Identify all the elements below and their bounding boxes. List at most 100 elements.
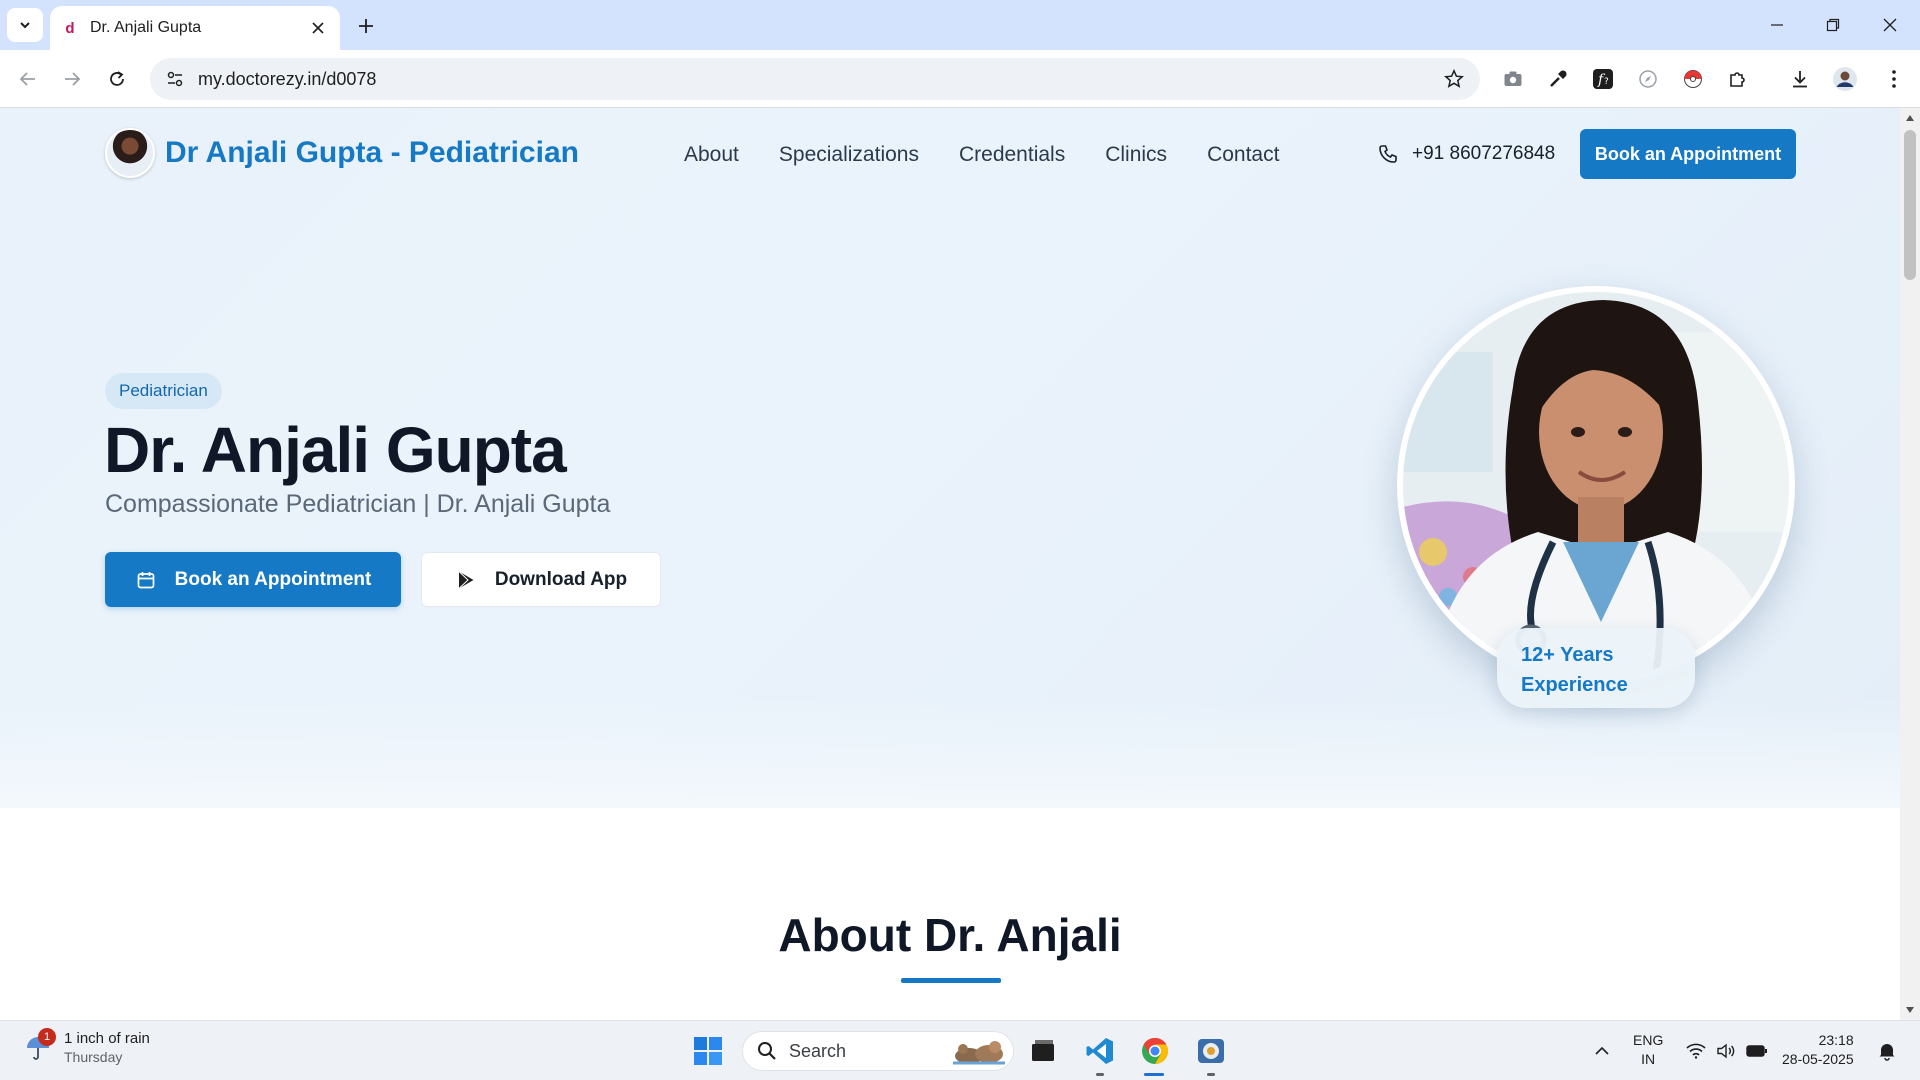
experience-card: 12+ Years Experience: [1497, 628, 1695, 708]
chrome-active-indicator: [1144, 1073, 1164, 1076]
about-section-title: About Dr. Anjali: [778, 909, 1122, 961]
svg-text:?: ?: [1604, 77, 1609, 87]
specialty-badge: Pediatrician: [105, 373, 222, 409]
nav-link-credentials[interactable]: Credentials: [959, 143, 1065, 167]
phone-number: +91 8607276848: [1412, 143, 1556, 164]
pokeball-icon: [1684, 70, 1702, 88]
region-code: IN: [1641, 1051, 1656, 1067]
nav-link-clinics[interactable]: Clinics: [1105, 143, 1167, 167]
battery-icon[interactable]: [1744, 1033, 1770, 1069]
start-button[interactable]: [690, 1033, 726, 1069]
phone-icon: [1376, 142, 1400, 166]
volume-icon[interactable]: [1713, 1033, 1739, 1069]
browser-menu-button[interactable]: [1878, 63, 1910, 95]
task-view-button[interactable]: [1025, 1033, 1061, 1069]
profile-avatar-button[interactable]: [1829, 63, 1861, 95]
clock-time: 23:18: [1818, 1032, 1854, 1048]
bookmark-star-button[interactable]: [1440, 65, 1468, 93]
input-language-indicator[interactable]: ENG IN: [1633, 1031, 1663, 1069]
fonts-extension-button[interactable]: f?: [1587, 63, 1619, 95]
tab-search-button[interactable]: [7, 8, 43, 42]
extensions-button[interactable]: [1722, 63, 1754, 95]
eyedropper-icon: [1550, 70, 1567, 87]
notifications-icon[interactable]: [1874, 1033, 1900, 1069]
calendar-icon: [135, 569, 157, 591]
address-bar[interactable]: my.doctorezy.in/d0078: [150, 58, 1480, 100]
site-favicon-icon: d: [65, 19, 75, 37]
color-picker-extension-button[interactable]: [1542, 63, 1574, 95]
show-hidden-icons-button[interactable]: [1590, 1033, 1614, 1069]
search-highlight-otter-icon: [953, 1041, 1005, 1065]
reload-icon: [110, 71, 124, 86]
brand-name: Dr Anjali Gupta - Pediatrician: [165, 136, 579, 169]
weather-summary: 1 inch of rain: [64, 1030, 150, 1047]
close-window-button[interactable]: [1875, 10, 1905, 40]
app-icon: [1198, 1039, 1224, 1063]
brand-logo-link[interactable]: Dr Anjali Gupta - Pediatrician: [105, 128, 579, 178]
compass-extension-button[interactable]: [1632, 63, 1664, 95]
hero-title: Dr. Anjali Gupta: [104, 414, 567, 486]
search-label: Search: [789, 1040, 847, 1061]
download-app-button[interactable]: Download App: [421, 552, 661, 607]
nav-link-specializations[interactable]: Specializations: [779, 143, 919, 167]
page-scrollbar[interactable]: [1900, 108, 1920, 1020]
weather-day: Thursday: [64, 1049, 123, 1065]
hero-subtitle: Compassionate Pediatrician | Dr. Anjali …: [105, 490, 611, 518]
windows-taskbar: 1 1 inch of rain Thursday Search ENG IN: [0, 1020, 1920, 1080]
puzzle-icon: [1730, 72, 1745, 87]
vscode-taskbar-button[interactable]: [1082, 1033, 1118, 1069]
experience-years: 12+ Years: [1521, 644, 1614, 666]
restore-icon: [1826, 18, 1840, 32]
windows-logo-icon: [694, 1037, 722, 1065]
system-clock[interactable]: 23:18 28-05-2025: [1782, 1031, 1854, 1069]
chevron-down-icon: [20, 22, 30, 29]
page-viewport: Dr Anjali Gupta - Pediatrician About Spe…: [0, 108, 1900, 1020]
doctor-portrait-image: [1403, 292, 1789, 678]
rain-umbrella-icon: 1: [22, 1028, 56, 1064]
back-button[interactable]: [12, 63, 44, 95]
minimize-icon: [1771, 24, 1783, 26]
chevron-up-icon: [1595, 1046, 1609, 1055]
close-icon: [312, 22, 324, 34]
main-nav: About Specializations Credentials Clinic…: [684, 143, 1279, 167]
browser-tab-strip: d Dr. Anjali Gupta: [0, 0, 1920, 50]
taskbar-search-box[interactable]: Search: [742, 1031, 1014, 1071]
site-header: Dr Anjali Gupta - Pediatrician About Spe…: [0, 108, 1900, 204]
header-book-appointment-button[interactable]: Book an Appointment: [1580, 129, 1796, 179]
restore-window-button[interactable]: [1818, 10, 1848, 40]
font-icon: f?: [1593, 69, 1613, 89]
app-taskbar-button[interactable]: [1193, 1033, 1229, 1069]
close-icon: [1883, 18, 1897, 32]
nav-link-contact[interactable]: Contact: [1207, 143, 1279, 167]
brand-avatar: [105, 128, 155, 178]
browser-toolbar: my.doctorezy.in/d0078 f?: [0, 50, 1920, 108]
tab-title: Dr. Anjali Gupta: [90, 19, 202, 36]
close-tab-button[interactable]: [308, 18, 328, 38]
weather-widget[interactable]: 1 1 inch of rain Thursday: [22, 1028, 150, 1067]
scroll-up-arrow-icon[interactable]: [1904, 112, 1916, 124]
wifi-icon[interactable]: [1683, 1033, 1709, 1069]
task-view-icon: [1032, 1040, 1054, 1061]
clock-date: 28-05-2025: [1782, 1051, 1854, 1067]
phone-link[interactable]: +91 8607276848: [1376, 142, 1555, 166]
compass-icon: [1639, 70, 1657, 88]
forward-button[interactable]: [56, 63, 88, 95]
new-tab-button[interactable]: [352, 12, 380, 40]
minimize-window-button[interactable]: [1762, 10, 1792, 40]
download-app-label: Download App: [494, 568, 628, 590]
nav-link-about[interactable]: About: [684, 143, 739, 167]
book-appointment-button[interactable]: Book an Appointment: [105, 552, 401, 607]
browser-tab-active[interactable]: d Dr. Anjali Gupta: [50, 6, 340, 50]
site-info-icon[interactable]: [164, 68, 186, 90]
language-code: ENG: [1633, 1032, 1664, 1048]
scrollbar-thumb[interactable]: [1904, 130, 1916, 280]
reload-button[interactable]: [101, 63, 133, 95]
url-text[interactable]: my.doctorezy.in/d0078: [198, 69, 1440, 90]
scroll-down-arrow-icon[interactable]: [1904, 1004, 1916, 1016]
chrome-taskbar-button[interactable]: [1137, 1033, 1173, 1069]
experience-label: Experience: [1521, 674, 1628, 696]
chrome-icon: [1142, 1037, 1169, 1065]
downloads-button[interactable]: [1784, 63, 1816, 95]
screenshot-extension-button[interactable]: [1497, 63, 1529, 95]
pokeball-extension-button[interactable]: [1677, 63, 1709, 95]
